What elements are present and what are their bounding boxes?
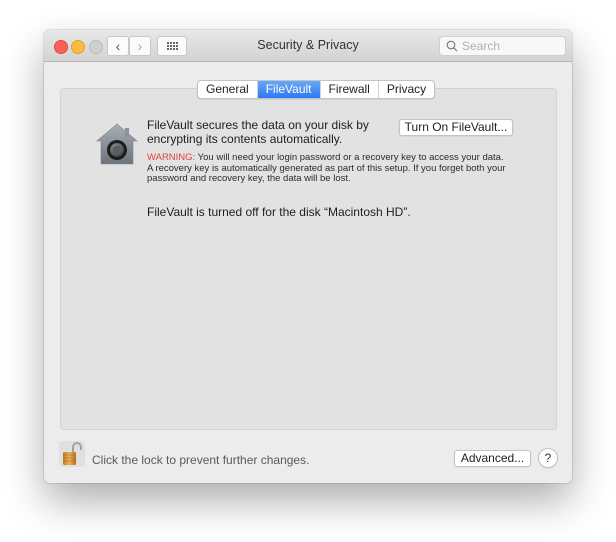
tab-firewall[interactable]: Firewall — [321, 81, 379, 98]
advanced-button[interactable]: Advanced... — [454, 450, 531, 467]
warning-message: WARNING: You will need your login passwo… — [147, 152, 507, 185]
search-icon — [446, 40, 458, 52]
lock-button[interactable] — [59, 441, 85, 467]
title-bar: ‹ › Security & Privacy Search — [44, 30, 572, 62]
description-line-1: FileVault secures the data on your disk … — [147, 118, 369, 132]
warning-label: WARNING: — [147, 152, 196, 163]
lock-hint: Click the lock to prevent further change… — [92, 453, 310, 467]
tab-general[interactable]: General — [198, 81, 258, 98]
unlocked-padlock-icon — [63, 442, 82, 465]
tab-privacy[interactable]: Privacy — [379, 81, 434, 98]
tab-filevault[interactable]: FileVault — [257, 81, 321, 98]
tab-bar: General FileVault Firewall Privacy — [197, 80, 436, 99]
security-privacy-window: ‹ › Security & Privacy Search General Fi… — [44, 30, 572, 483]
filevault-panel: FileVault secures the data on your disk … — [60, 88, 557, 430]
filevault-icon — [96, 123, 138, 165]
search-placeholder: Search — [462, 39, 501, 53]
filevault-status: FileVault is turned off for the disk “Ma… — [147, 205, 411, 219]
warning-text: You will need your login password or a r… — [147, 152, 506, 184]
search-field[interactable]: Search — [439, 36, 566, 56]
filevault-description: FileVault secures the data on your disk … — [147, 118, 377, 146]
turn-on-filevault-button[interactable]: Turn On FileVault... — [399, 119, 513, 136]
description-line-2: encrypting its contents automatically. — [147, 132, 343, 146]
help-button[interactable]: ? — [538, 448, 558, 468]
